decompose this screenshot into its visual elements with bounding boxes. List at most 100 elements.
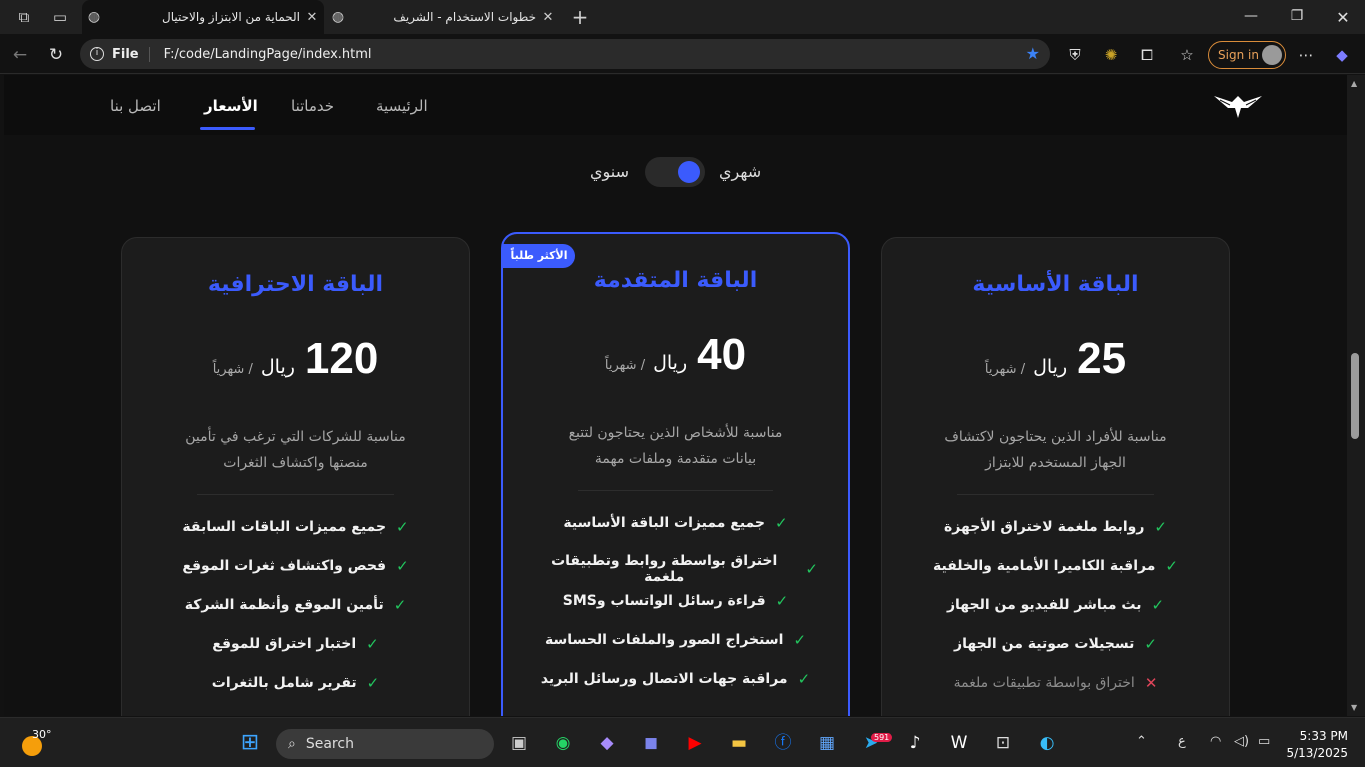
copilot-icon[interactable]: ◆ (1330, 43, 1354, 67)
check-icon: ✓ (396, 557, 409, 575)
close-tab-icon[interactable]: ✕ (300, 10, 324, 25)
color-wheel-icon[interactable]: ✺ (1099, 43, 1123, 67)
minimize-icon[interactable]: — (1239, 8, 1263, 24)
shield-icon[interactable]: ⛨ (1063, 43, 1087, 67)
feature-item: ✓ استخراج الصور والملفات الحساسة (544, 631, 807, 649)
check-icon: ✓ (805, 560, 818, 578)
feature-item: ✓ اختراق بواسطة روابط وتطبيقات ملغمة (551, 553, 818, 585)
divider (197, 494, 394, 495)
check-icon: ✓ (366, 635, 379, 653)
start-windows-icon[interactable]: ⊞ (238, 731, 262, 755)
tab-inactive[interactable]: ◍ خطوات الاستخدام - الشريف ✕ (326, 0, 560, 34)
feature-item: ✓ جميع مميزات الباقات السابقة (182, 518, 409, 536)
nav-item-contact[interactable]: اتصل بنا (110, 97, 161, 115)
restore-icon[interactable]: ❐ (1285, 8, 1309, 24)
date: 5/13/2025 (1286, 746, 1348, 760)
plan-price: 120 ريال / شهرياً (122, 334, 469, 384)
cross-icon: ✕ (1144, 674, 1158, 692)
vertical-tabs-icon[interactable]: ▭ (49, 6, 71, 28)
browser-tab-bar: ⧉ ▭ ◍ الحماية من الابتزاز والاحتيال ✕ ◍ … (0, 0, 1365, 34)
network-tool-icon[interactable]: ⊡ (991, 731, 1015, 755)
monthly-label: شهري (719, 162, 762, 181)
search-icon: ⌕ (288, 736, 296, 752)
tiktok-icon[interactable]: ♪ (903, 731, 927, 755)
app-icon[interactable]: W (947, 731, 971, 755)
check-icon: ✓ (1165, 557, 1178, 575)
task-view-icon[interactable]: ▣ (507, 731, 531, 755)
extensions-icon[interactable]: ⧠ (1135, 43, 1159, 67)
clock[interactable]: 5:33 PM 5/13/2025 (1284, 728, 1348, 762)
plan-description: مناسبة للشركات التي ترغب في تأمين منصتها… (185, 429, 406, 471)
check-icon: ✓ (393, 596, 407, 614)
show-hidden-icons[interactable]: ⌃ (1136, 734, 1147, 749)
favorite-star-icon[interactable]: ★ (1026, 44, 1040, 63)
back-icon[interactable]: ← (8, 43, 32, 67)
feature-item: ✓ مراقبة الكاميرا الأمامية والخلفية (933, 557, 1178, 575)
workspaces-icon[interactable]: ⧉ (13, 6, 35, 28)
price-period: / شهرياً (212, 362, 253, 377)
sign-in-button[interactable]: Sign in (1208, 41, 1286, 69)
tab-title: الحماية من الابتزاز والاحتيال (161, 10, 300, 24)
check-icon: ✓ (366, 674, 380, 692)
close-tab-icon[interactable]: ✕ (536, 10, 560, 25)
check-icon: ✓ (775, 592, 789, 610)
edge-icon[interactable]: ◐ (1035, 731, 1059, 755)
feature-item-excluded: ✕ اختراق بواسطة تطبيقات ملغمة (953, 674, 1158, 692)
whatsapp-icon[interactable]: ◉ (551, 731, 575, 755)
nav-item-services[interactable]: خدماتنا (291, 97, 334, 115)
scroll-up-icon[interactable]: ▲ (1351, 79, 1357, 88)
close-window-icon[interactable]: ✕ (1331, 8, 1355, 27)
price-currency: ريال (260, 356, 295, 378)
site-header: الرئيسية خدماتنا الأسعار اتصل بنا (4, 75, 1347, 135)
facebook-icon[interactable]: ⓕ (771, 731, 795, 755)
check-icon: ✓ (1154, 518, 1167, 536)
url-text[interactable]: F:/code/LandingPage/index.html (164, 47, 372, 62)
plan-title: الباقة الأساسية (972, 272, 1139, 297)
teams-icon[interactable]: ◼ (639, 731, 663, 755)
feature-item: ✓ بث مباشر للفيديو من الجهاز (946, 596, 1165, 614)
feature-item: ✓ تقرير شامل بالثغرات (211, 674, 380, 692)
feature-item: ✓ تسجيلات صوتية من الجهاز (954, 635, 1157, 653)
plan-description: مناسبة للأشخاص الذين يحتاجون لتتبع بيانا… (568, 425, 783, 467)
popular-badge: الأكثر طلباً (503, 244, 575, 268)
scroll-down-icon[interactable]: ▼ (1351, 703, 1357, 712)
feature-item: ✓ فحص واكتشاف ثغرات الموقع (182, 557, 409, 575)
file-explorer-icon[interactable]: ▬ (727, 731, 751, 755)
nav-item-pricing[interactable]: الأسعار (204, 97, 258, 115)
sign-in-label: Sign in (1218, 48, 1259, 62)
info-icon[interactable]: i (90, 47, 104, 61)
nav-item-home[interactable]: الرئيسية (376, 97, 428, 115)
battery-icon[interactable]: ▭ (1258, 734, 1270, 749)
feature-item: ✓ قراءة رسائل الواتساب وSMS (562, 592, 789, 610)
favorites-icon[interactable]: ☆ (1175, 43, 1199, 67)
taskbar-search[interactable]: ⌕ Search (276, 729, 494, 759)
price-value: 25 (1077, 334, 1127, 383)
new-tab-icon[interactable]: + (569, 6, 591, 28)
price-value: 40 (697, 330, 747, 379)
tab-active[interactable]: ◍ الحماية من الابتزاز والاحتيال ✕ (82, 0, 324, 34)
billing-toggle[interactable] (645, 157, 705, 187)
plan-description: مناسبة للأفراد الذين يحتاجون لاكتشاف الج… (944, 429, 1167, 471)
plan-price: 25 ريال / شهرياً (882, 334, 1229, 384)
search-label: Search (305, 736, 354, 752)
input-language[interactable]: ع (1178, 734, 1186, 749)
plan-card-advanced: الأكثر طلباً الباقة المتقدمة 40 ريال / ش… (501, 232, 850, 716)
feature-item: ✓ تأمين الموقع وأنظمة الشركة (184, 596, 407, 614)
browser-toolbar: ← ↻ i File F:/code/LandingPage/index.htm… (0, 34, 1365, 74)
store-icon[interactable]: ▦ (815, 731, 839, 755)
divider (957, 494, 1154, 495)
copilot-app-icon[interactable]: ◆ (595, 731, 619, 755)
vertical-scrollbar[interactable]: ▲ ▼ (1347, 75, 1365, 716)
more-icon[interactable]: ⋯ (1294, 43, 1318, 67)
address-bar[interactable]: i File F:/code/LandingPage/index.html ★ (80, 39, 1050, 69)
globe-icon: ◍ (331, 9, 345, 25)
volume-icon[interactable]: ◁) (1234, 734, 1249, 749)
avatar (1262, 45, 1282, 65)
plan-card-pro: الباقة الاحترافية 120 ريال / شهرياً مناس… (121, 237, 470, 716)
price-period: / شهرياً (604, 358, 646, 373)
wifi-icon[interactable]: ◠ (1210, 734, 1221, 749)
eagle-logo-icon[interactable] (1214, 92, 1262, 120)
scrollbar-thumb[interactable] (1351, 353, 1359, 439)
refresh-icon[interactable]: ↻ (44, 43, 68, 67)
youtube-icon[interactable]: ▶ (683, 731, 707, 755)
